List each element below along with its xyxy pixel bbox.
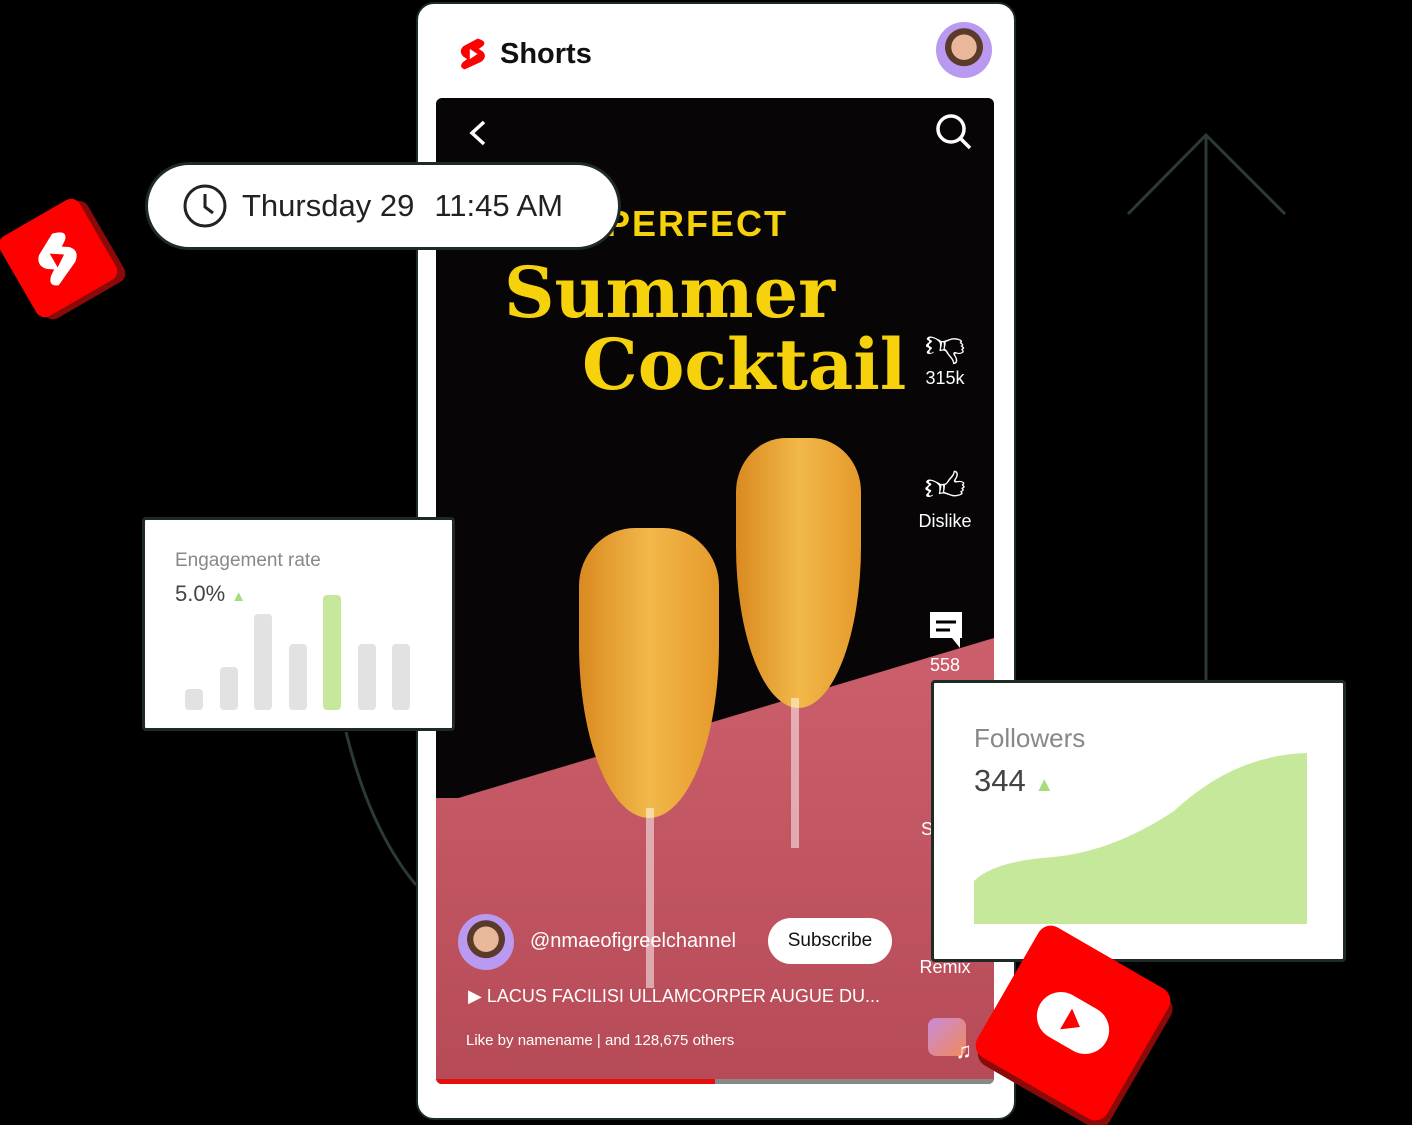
engagement-bar xyxy=(392,643,410,710)
play-icon: ▶ xyxy=(468,986,487,1006)
channel-name[interactable]: @nmaeofigreelchannel xyxy=(530,930,736,953)
engagement-card: Engagement rate 5.0% ▲ xyxy=(142,517,455,731)
channel-avatar[interactable] xyxy=(458,914,514,970)
engagement-bar xyxy=(185,688,203,710)
search-icon[interactable] xyxy=(934,112,974,152)
engagement-bars xyxy=(185,580,425,710)
followers-card: Followers 344 ▲ xyxy=(931,680,1346,962)
video-title-line2: Cocktail xyxy=(582,323,907,406)
engagement-bar xyxy=(219,667,238,710)
followers-area-chart xyxy=(974,753,1307,924)
video-title-small: PERFECT xyxy=(606,203,789,244)
followers-label: Followers xyxy=(974,723,1086,753)
engagement-bar xyxy=(288,643,307,710)
app-title: Shorts xyxy=(500,37,592,70)
video-caption[interactable]: ▶ LACUS FACILISI ULLAMCORPER AUGUE DU... xyxy=(468,986,880,1007)
engagement-bar xyxy=(254,614,272,710)
back-icon[interactable] xyxy=(466,118,492,148)
engagement-label: Engagement rate xyxy=(175,550,321,571)
thumbs-down-icon: 👎︎ xyxy=(924,322,966,366)
action-comment[interactable]: 558 xyxy=(910,610,980,676)
video-title-line1: Summer xyxy=(504,251,835,334)
comment-icon xyxy=(930,612,962,648)
engagement-bar xyxy=(323,595,341,710)
profile-avatar[interactable] xyxy=(936,22,992,78)
thumbs-up-icon: 👍︎ xyxy=(924,465,966,509)
schedule-pill[interactable]: Thursday 29 11:45 AM xyxy=(145,162,621,250)
up-arrow-icon xyxy=(1126,132,1287,680)
action-like[interactable]: 👍︎ Dislike xyxy=(910,463,980,532)
action-dislike[interactable]: 👎︎ 315k xyxy=(910,320,980,389)
shorts-logo-icon xyxy=(460,38,485,70)
schedule-time: 11:45 AM xyxy=(434,188,564,223)
subscribe-button[interactable]: Subscribe xyxy=(768,918,892,964)
likes-info: Like by namename | and 128,675 others xyxy=(466,1032,735,1049)
video-progress-bar[interactable] xyxy=(436,1079,994,1084)
clock-icon xyxy=(183,184,227,228)
engagement-bar xyxy=(357,643,376,710)
schedule-day: Thursday 29 xyxy=(242,188,415,223)
music-icon[interactable]: ♫ xyxy=(928,1018,972,1063)
